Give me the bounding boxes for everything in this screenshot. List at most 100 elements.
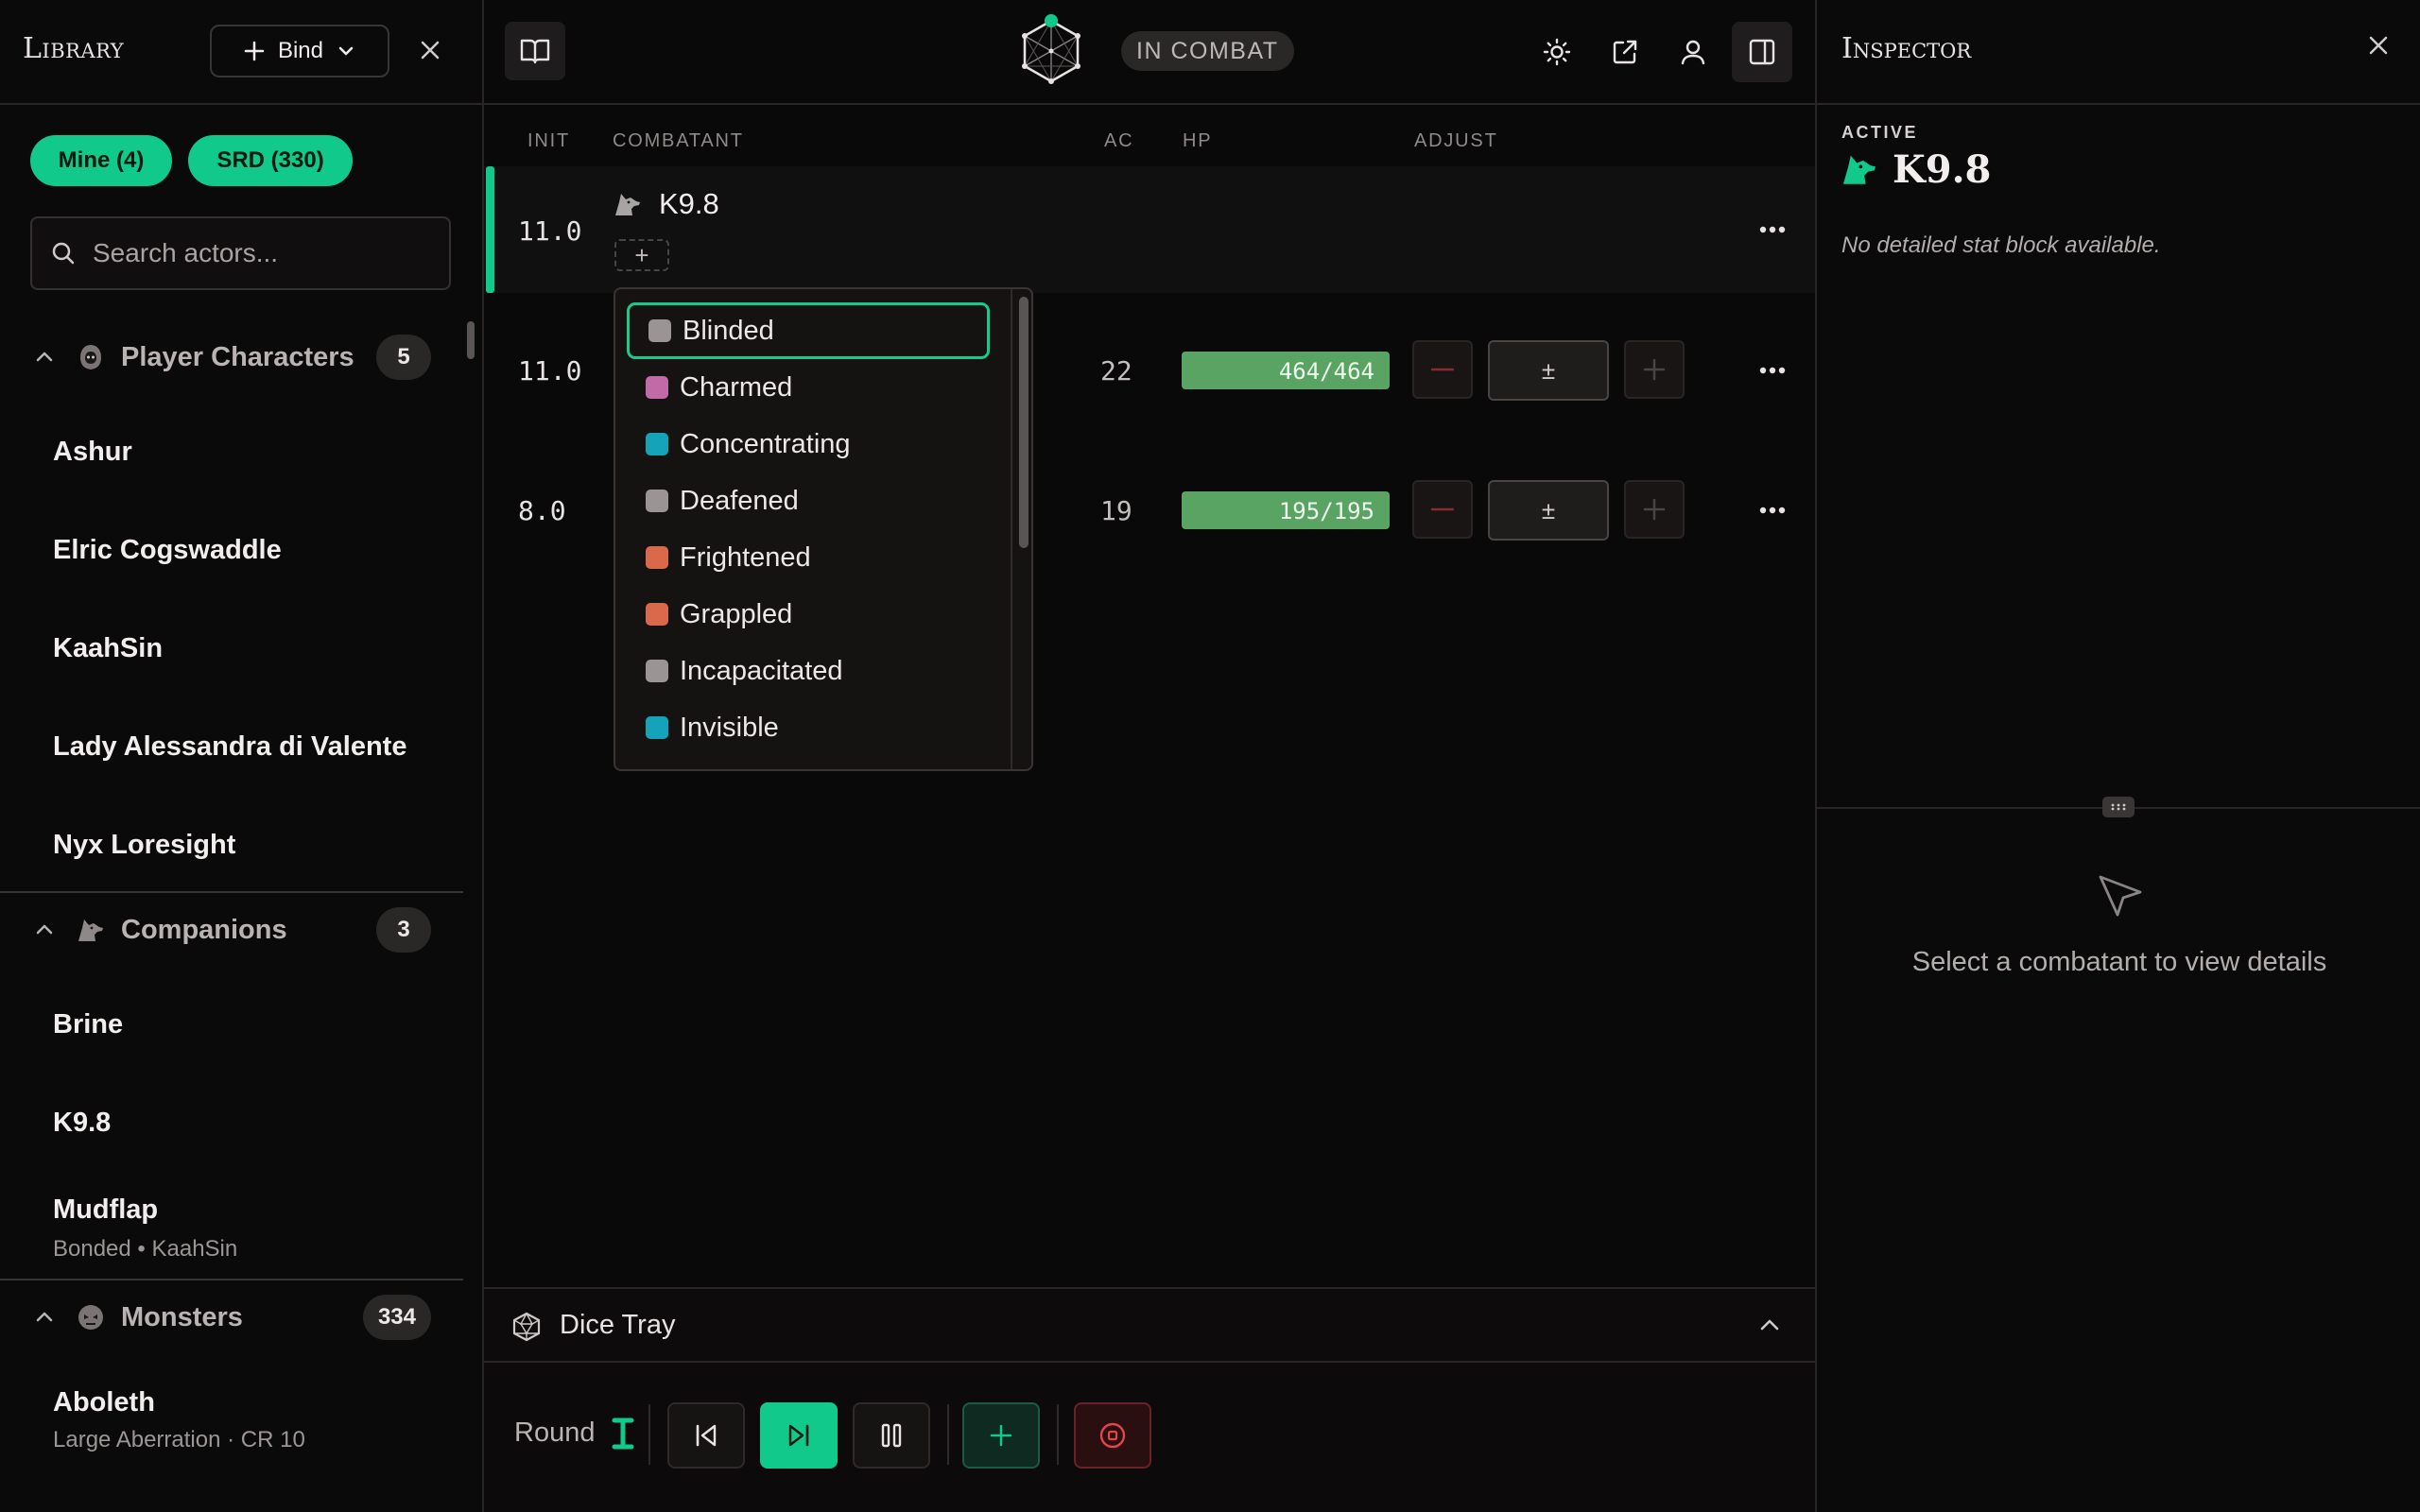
heal-button[interactable] [1624,340,1685,399]
condition-color-swatch [646,433,668,455]
bind-button[interactable]: Bind [210,25,389,77]
condition-label: Grappled [680,598,793,629]
divider [648,1404,650,1465]
stat-block-note: No detailed stat block available. [1841,232,2161,258]
chevron-up-icon[interactable] [1758,1314,1781,1336]
chevron-up-icon [34,919,55,940]
combat-status-badge: IN COMBAT [1121,31,1294,71]
section-companions[interactable]: Companions 3 [0,892,463,968]
active-combatant-name: K9.8 [1893,147,1992,192]
damage-button[interactable] [1412,480,1473,539]
close-inspector-icon[interactable] [2367,34,2390,57]
library-panel: Library Bind Mine (4) SRD (330) Player C… [0,0,484,1512]
condition-option-deafened[interactable]: Deafened [627,472,990,529]
add-condition-button[interactable]: + [614,239,669,271]
condition-option-frightened[interactable]: Frightened [627,529,990,586]
condition-option-invisible[interactable]: Invisible [627,699,990,756]
hp-value: 195/195 [1278,498,1374,524]
count-badge: 334 [362,1295,431,1340]
previous-turn-button[interactable] [667,1402,745,1469]
section-label: Monsters [121,1301,243,1332]
end-combat-button[interactable] [1074,1402,1151,1469]
library-scrollbar[interactable] [467,321,475,359]
condition-option-charmed[interactable]: Charmed [627,359,990,416]
initiative-value: 11.0 [518,215,582,247]
round-label: Round [514,1418,596,1448]
actor-item[interactable]: KaahSin [53,633,163,664]
column-header-combatant: COMBATANT [613,130,744,151]
actor-item[interactable]: K9.8 [53,1108,111,1139]
filter-mine[interactable]: Mine (4) [30,135,172,186]
more-menu-icon[interactable] [1749,352,1796,389]
plus-icon [989,1423,1013,1448]
pause-icon [879,1422,904,1449]
top-bar: IN COMBAT [484,0,1815,105]
actor-item[interactable]: Lady Alessandra di Valente [53,731,406,763]
condition-color-swatch [646,716,668,739]
actor-item[interactable]: Nyx Loresight [53,830,235,861]
inspector-header: Inspector [1817,0,2420,105]
hooded-figure-icon [76,342,106,372]
minus-icon [1431,368,1454,371]
hp-bar: 195/195 [1182,491,1390,529]
add-combatant-button[interactable] [962,1402,1040,1469]
initiative-value: 8.0 [518,495,566,526]
book-button[interactable] [505,22,565,80]
section-label: Player Characters [121,341,354,372]
filter-srd[interactable]: SRD (330) [188,135,353,186]
round-number-cursor-icon [611,1418,635,1450]
external-link-icon[interactable] [1601,28,1649,76]
bind-label: Bind [277,38,324,63]
condition-option-concentrating[interactable]: Concentrating [627,416,990,472]
actor-item[interactable]: Elric Cogswaddle [53,535,282,566]
actor-subtitle: Bonded • KaahSin [53,1236,238,1262]
section-monsters[interactable]: Monsters 334 [0,1280,463,1355]
actor-item[interactable]: Ashur [53,437,132,468]
combatant-row-active[interactable]: 11.0 [484,166,1815,293]
user-icon[interactable] [1669,28,1717,76]
hp-adjust-input[interactable]: ± [1488,340,1609,401]
more-menu-icon[interactable] [1749,211,1796,249]
dice-tray-header[interactable]: Dice Tray [484,1287,1815,1363]
actor-item[interactable]: Aboleth [53,1387,155,1418]
plus-icon [244,41,265,61]
round-controls: Round [484,1363,1815,1512]
scrollbar-thumb[interactable] [1019,297,1028,548]
monster-icon [76,1302,106,1332]
condition-option-grappled[interactable]: Grappled [627,586,990,643]
column-header-ac: AC [1104,130,1134,151]
damage-button[interactable] [1412,340,1473,399]
hp-value: 464/464 [1278,358,1374,385]
plus-icon [1643,498,1666,521]
condition-label: Invisible [680,712,779,743]
search-input[interactable] [93,238,433,268]
condition-label: Blinded [683,315,774,346]
armor-class: 22 [1100,355,1132,387]
skip-forward-icon [785,1421,813,1450]
resize-handle[interactable] [2102,797,2135,817]
panel-right-icon [1747,37,1777,67]
wolf-head-icon [76,915,106,945]
heal-button[interactable] [1624,480,1685,539]
more-menu-icon[interactable] [1749,491,1796,529]
app-logo-icon [1017,11,1085,89]
column-header-adjust: ADJUST [1414,130,1498,151]
condition-option-blinded[interactable]: Blinded [627,302,990,359]
app: Library Bind Mine (4) SRD (330) Player C… [0,0,2420,1512]
combatant-name[interactable]: K9.8 [659,187,719,221]
sun-icon[interactable] [1533,28,1581,76]
condition-option-incapacitated[interactable]: Incapacitated [627,643,990,699]
close-library-icon[interactable] [414,34,446,66]
active-turn-indicator [486,166,494,293]
section-player-characters[interactable]: Player Characters 5 [0,319,463,395]
pause-button[interactable] [853,1402,930,1469]
actor-item[interactable]: Brine [53,1009,123,1040]
dropdown-scrollbar[interactable] [1011,289,1031,769]
plus-icon [1643,358,1666,381]
toggle-inspector-button[interactable] [1732,22,1792,82]
condition-color-swatch [648,319,671,342]
minus-icon [1431,507,1454,511]
next-turn-button[interactable] [760,1402,838,1469]
hp-adjust-input[interactable]: ± [1488,480,1609,541]
actor-item[interactable]: Mudflap [53,1194,158,1226]
